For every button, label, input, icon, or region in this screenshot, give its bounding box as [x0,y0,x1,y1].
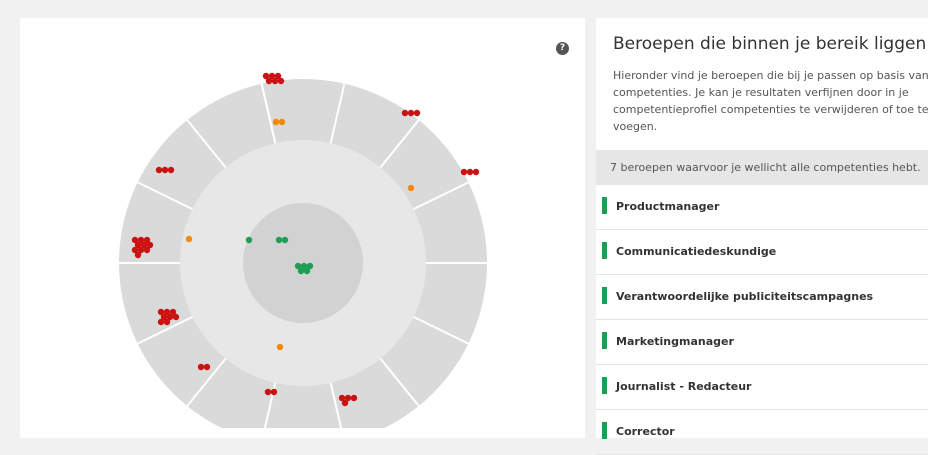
match-indicator [602,332,607,349]
job-dot[interactable] [271,77,279,85]
job-dot[interactable] [197,363,205,371]
job-item[interactable]: Verantwoordelijke publiciteitscampagnes [596,275,928,320]
competency-wheel[interactable] [20,18,585,428]
job-item[interactable]: Marketingmanager [596,320,928,365]
job-label: Communicatiedeskundige [616,245,777,258]
job-label: Productmanager [616,200,720,213]
match-indicator [602,242,607,259]
panel-description: Hieronder vind je beroepen die bij je pa… [613,69,928,133]
job-dot[interactable] [264,388,272,396]
job-dot[interactable] [460,168,468,176]
job-dot[interactable] [163,318,171,326]
job-dot[interactable] [185,235,193,243]
job-label: Corrector [616,425,675,438]
job-label: Journalist - Redacteur [616,380,752,393]
job-item[interactable]: Communicatiedeskundige [596,230,928,275]
summary-bar: 7 beroepen waarvoor je wellicht alle com… [596,150,928,185]
job-dot[interactable] [161,166,169,174]
job-dot[interactable] [466,168,474,176]
job-dot[interactable] [281,236,289,244]
competency-wheel-panel: ? [20,18,585,438]
job-label: Verantwoordelijke publiciteitscampagnes [616,290,874,303]
job-dot[interactable] [265,77,273,85]
job-dot[interactable] [407,184,415,192]
match-indicator [602,377,607,394]
job-dot[interactable] [407,109,415,117]
job-list: Productmanager Communicatiedeskundige Ve… [596,185,928,455]
job-dot[interactable] [341,399,349,407]
job-dot[interactable] [272,118,280,126]
job-dot[interactable] [278,118,286,126]
job-label: Marketingmanager [616,335,734,348]
job-dot[interactable] [143,246,151,254]
job-dot[interactable] [270,388,278,396]
job-item[interactable]: Corrector [596,410,928,455]
question-circle-icon[interactable]: ? [556,42,569,55]
job-dot[interactable] [401,109,409,117]
job-dot[interactable] [172,313,180,321]
job-dot[interactable] [203,363,211,371]
job-dot[interactable] [275,236,283,244]
job-item[interactable]: Productmanager [596,185,928,230]
job-dot[interactable] [155,166,163,174]
job-dot[interactable] [134,251,142,259]
match-indicator [602,197,607,214]
job-dot[interactable] [157,318,165,326]
job-dot[interactable] [276,343,284,351]
job-dot[interactable] [277,77,285,85]
job-item[interactable]: Journalist - Redacteur [596,365,928,410]
match-indicator [602,287,607,304]
job-dot[interactable] [303,267,311,275]
job-dot[interactable] [413,109,421,117]
panel-title: Beroepen die binnen je bereik liggen [613,34,927,54]
job-dot[interactable] [245,236,253,244]
match-indicator [602,422,607,439]
jobs-panel: Beroepen die binnen je bereik liggen Hie… [596,18,928,455]
job-dot[interactable] [472,168,480,176]
job-dot[interactable] [167,166,175,174]
job-dot[interactable] [297,267,305,275]
job-dot[interactable] [350,394,358,402]
